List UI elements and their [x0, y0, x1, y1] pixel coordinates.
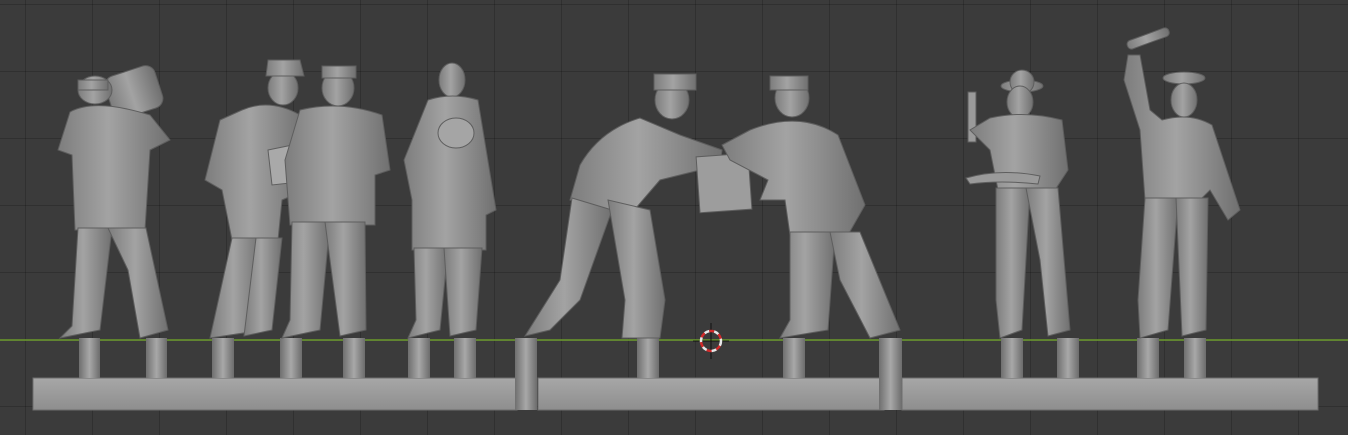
base-plate-left	[32, 377, 518, 411]
3d-cursor-icon[interactable]	[693, 323, 729, 359]
figure-map-reader-right	[267, 65, 391, 339]
figure-rope-holder	[965, 69, 1071, 339]
viewport-render	[0, 27, 1348, 411]
base-plate-right	[901, 377, 1319, 411]
base-plate-middle	[537, 377, 885, 411]
figure-crate-giver	[523, 73, 723, 339]
3d-viewport[interactable]	[0, 0, 1348, 435]
figure-barrel-carrier	[57, 65, 171, 339]
figure-raised-arm	[1123, 27, 1241, 339]
support-pillars	[79, 338, 1206, 378]
figure-long-coat	[403, 62, 497, 339]
sprue-divider-1	[515, 338, 537, 410]
sprue-divider-2	[879, 338, 902, 410]
